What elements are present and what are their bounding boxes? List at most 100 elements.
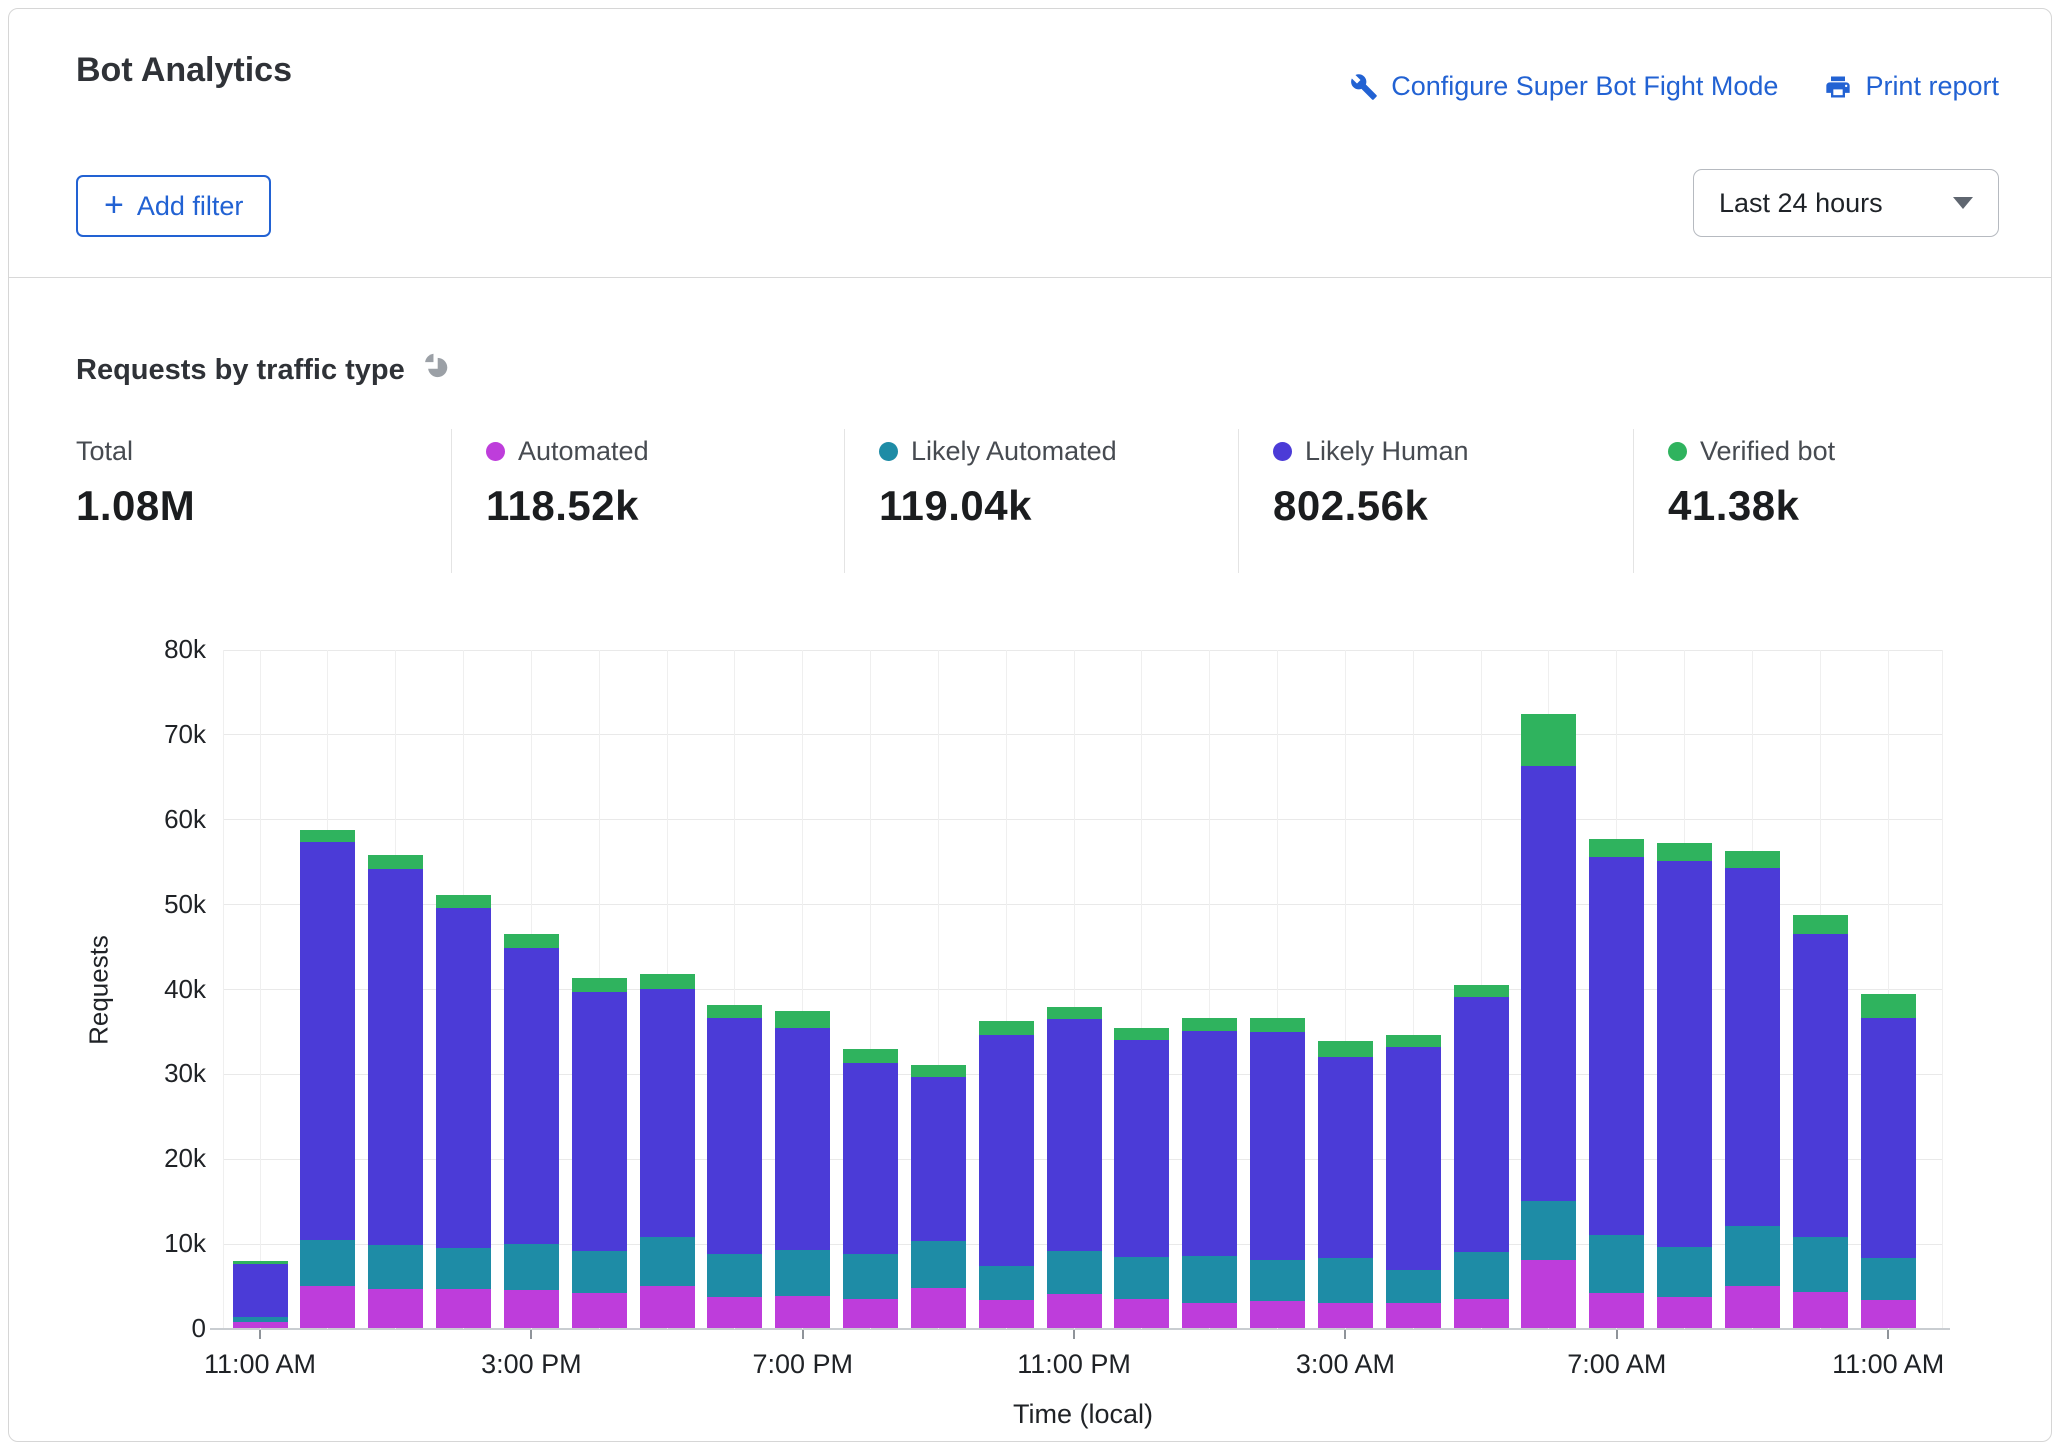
- header-actions: Configure Super Bot Fight Mode Print rep…: [1350, 71, 1999, 102]
- bar-9-00-pm: [910, 649, 966, 1328]
- bar-segment-verified-bot: [707, 1004, 763, 1019]
- y-tick-label: 70k: [164, 718, 206, 749]
- bar-4-00-am: [1385, 649, 1441, 1328]
- add-filter-label: Add filter: [136, 190, 244, 221]
- bar-11-00-am: [232, 649, 288, 1328]
- x-tick-label: 3:00 AM: [1295, 1349, 1395, 1379]
- stat-label: Total: [76, 435, 134, 466]
- bar-segment-likely-automated: [707, 1254, 763, 1298]
- bar-segment-likely-automated: [910, 1240, 966, 1289]
- bar-segment-verified-bot: [1182, 1018, 1238, 1031]
- time-range-value: Last 24 hours: [1719, 187, 1883, 218]
- x-tick-mark: [1887, 1330, 1890, 1339]
- x-tick-label: 11:00 AM: [203, 1349, 317, 1379]
- bar-segment-verified-bot: [639, 974, 695, 989]
- bar-5-00-am: [1453, 649, 1509, 1328]
- bar-10-00-am: [1792, 649, 1848, 1328]
- bar-8-00-am: [1657, 649, 1713, 1328]
- bar-segment-likely-human: [232, 1263, 288, 1317]
- panel-title-row: Requests by traffic type: [76, 353, 451, 387]
- bar-segment-likely-automated: [1182, 1255, 1238, 1304]
- x-tick-label: 7:00 PM: [752, 1349, 853, 1379]
- bar-segment-likely-automated: [300, 1239, 356, 1286]
- bar-segment-likely-automated: [436, 1248, 492, 1289]
- y-tick-label: 40k: [164, 973, 206, 1004]
- bar-segment-likely-human: [1860, 1018, 1916, 1259]
- bar-segment-likely-human: [1792, 934, 1848, 1238]
- bar-5-00-pm: [639, 649, 695, 1328]
- bar-segment-likely-human: [1657, 861, 1713, 1248]
- stat-value: 118.52k: [486, 482, 640, 529]
- bar-11-00-am: [1860, 649, 1916, 1328]
- bar-segment-automated: [571, 1293, 627, 1328]
- bar-segment-automated: [775, 1295, 831, 1328]
- stat-label-row: Likely Human: [1273, 435, 1469, 467]
- x-tick-mark: [1073, 1330, 1076, 1339]
- bar-segment-verified-bot: [436, 895, 492, 908]
- bar-1-00-pm: [368, 649, 424, 1328]
- bar-segment-likely-automated: [1317, 1257, 1373, 1304]
- bar-segment-automated: [1046, 1294, 1102, 1328]
- bar-segment-likely-human: [1317, 1057, 1373, 1258]
- bar-segment-likely-human: [503, 947, 559, 1244]
- bar-segment-likely-human: [1250, 1031, 1306, 1261]
- x-axis-title: Time (local): [1012, 1399, 1153, 1429]
- print-report-link[interactable]: Print report: [1824, 71, 1999, 102]
- bar-segment-likely-automated: [1860, 1258, 1916, 1300]
- bar-segment-likely-automated: [1589, 1234, 1645, 1294]
- bar-segment-likely-automated: [843, 1254, 899, 1300]
- bar-segment-likely-human: [1114, 1040, 1170, 1257]
- x-tick-label: 7:00 AM: [1567, 1349, 1667, 1379]
- x-tick-label: 11:00 PM: [1017, 1349, 1131, 1379]
- bar-segment-likely-automated: [1114, 1256, 1170, 1300]
- time-range-select[interactable]: Last 24 hours: [1693, 169, 1999, 237]
- bar-segment-likely-automated: [1657, 1247, 1713, 1297]
- stat-total: Total 1.08M: [76, 435, 195, 530]
- x-tick-label: 3:00 PM: [481, 1349, 582, 1379]
- bar-segment-verified-bot: [1724, 851, 1780, 868]
- bar-1-00-am: [1182, 649, 1238, 1328]
- bar-segment-verified-bot: [1046, 1007, 1102, 1020]
- bar-segment-automated: [1792, 1291, 1848, 1328]
- bar-9-00-am: [1724, 649, 1780, 1328]
- bar-segment-likely-human: [1046, 1019, 1102, 1251]
- card-header: Bot Analytics Configure Super Bot Fight …: [9, 9, 2051, 278]
- bar-segment-automated: [707, 1297, 763, 1328]
- y-tick-label: 80k: [164, 634, 206, 664]
- stat-divider: [1238, 429, 1239, 573]
- bar-segment-likely-automated: [1385, 1270, 1441, 1304]
- y-tick-label: 10k: [164, 1228, 206, 1259]
- bar-2-00-pm: [436, 649, 492, 1328]
- print-link-label: Print report: [1865, 71, 1999, 101]
- stat-label: Automated: [518, 435, 649, 466]
- bar-3-00-pm: [503, 649, 559, 1328]
- bar-segment-verified-bot: [1657, 843, 1713, 862]
- bar-segment-verified-bot: [843, 1048, 899, 1064]
- pie-chart-icon: [422, 353, 451, 387]
- x-tick-mark: [530, 1330, 533, 1339]
- bar-segment-verified-bot: [910, 1064, 966, 1077]
- bar-segment-likely-human: [436, 907, 492, 1249]
- stat-likely-human: Likely Human 802.56k: [1273, 435, 1469, 530]
- bar-segment-verified-bot: [300, 829, 356, 842]
- stat-verified-bot: Verified bot 41.38k: [1668, 435, 1835, 530]
- bar-segment-verified-bot: [978, 1020, 1034, 1036]
- add-filter-button[interactable]: + Add filter: [76, 175, 272, 237]
- bar-segment-verified-bot: [1792, 914, 1848, 935]
- bar-segment-automated: [436, 1288, 492, 1328]
- configure-super-bot-fight-mode-link[interactable]: Configure Super Bot Fight Mode: [1350, 71, 1778, 102]
- bar-segment-automated: [1657, 1296, 1713, 1328]
- bar-segment-likely-human: [571, 991, 627, 1251]
- bar-12-00-pm: [300, 649, 356, 1328]
- stat-likely-automated: Likely Automated 119.04k: [879, 435, 1117, 530]
- bar-segment-likely-automated: [1792, 1237, 1848, 1292]
- bar-segment-likely-automated: [503, 1243, 559, 1290]
- bar-segment-likely-human: [978, 1035, 1034, 1267]
- stat-label-row: Total: [76, 435, 195, 467]
- bar-segment-verified-bot: [1114, 1028, 1170, 1041]
- bar-segment-verified-bot: [503, 934, 559, 948]
- bar-segment-likely-automated: [1250, 1260, 1306, 1301]
- stat-value: 1.08M: [76, 482, 196, 529]
- plus-icon: +: [104, 185, 124, 224]
- bar-segment-likely-automated: [1046, 1250, 1102, 1295]
